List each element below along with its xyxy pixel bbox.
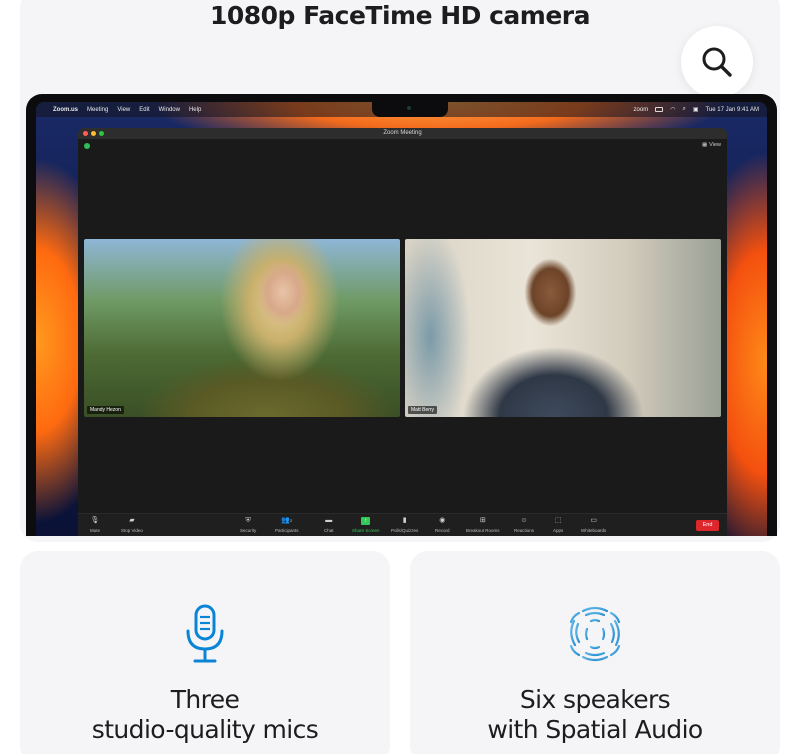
menubar-status: zoom ◠ ⌕ ▣ Tue 17 Jan 9:41 AM <box>634 106 759 113</box>
control-center-icon[interactable]: ▣ <box>693 106 699 113</box>
bar-chart-icon: ▮ <box>402 517 407 524</box>
whiteboards-button[interactable]: ▭ Whiteboards <box>581 517 606 533</box>
record-label: Record <box>435 528 450 533</box>
clock[interactable]: Tue 17 Jan 9:41 AM <box>706 107 759 113</box>
close-icon[interactable] <box>83 131 88 136</box>
participant-name: Mandy Hezon <box>87 406 124 414</box>
minimize-icon[interactable] <box>91 131 96 136</box>
participant-count: 2 <box>289 518 293 523</box>
end-meeting-button[interactable]: End <box>696 520 719 531</box>
camera-notch <box>372 102 448 117</box>
people-icon: 👥 2 <box>281 517 293 524</box>
zoom-titlebar: Zoom Meeting <box>78 128 727 139</box>
apps-label: Apps <box>553 528 564 533</box>
status-zoom[interactable]: zoom <box>634 107 649 113</box>
video-camera-icon: ▰ <box>129 517 135 524</box>
security-button[interactable]: ⛨ Security <box>240 517 256 533</box>
security-label: Security <box>240 528 257 533</box>
video-tile-1[interactable]: Mandy Hezon <box>84 239 400 417</box>
feature-line1: Three <box>170 685 240 714</box>
participants-button[interactable]: 👥 2 Participants <box>275 517 299 533</box>
grid-icon: ⊞ <box>479 517 486 524</box>
window-title: Zoom Meeting <box>383 130 422 136</box>
whiteboard-icon: ▭ <box>590 517 597 524</box>
menu-help[interactable]: Help <box>189 107 201 113</box>
breakout-rooms-button[interactable]: ⊞ Breakout Rooms <box>466 517 500 533</box>
shield-icon: ⛨ <box>245 517 251 524</box>
feature-line2: with Spatial Audio <box>487 715 703 744</box>
participant-name: Matt Berry <box>408 406 438 414</box>
zoom-toolbar: 🎙 Mute ▰ Stop Video ⛨ Security 👥 2 Partic… <box>78 513 727 536</box>
feature-card-mics: Three studio-quality mics <box>20 551 390 754</box>
feature-card-speakers: Six speakers with Spatial Audio <box>410 551 780 754</box>
grid-icon: ▦ <box>701 142 708 148</box>
page-title: 1080p FaceTime HD camera <box>209 1 591 30</box>
video-tile-2[interactable]: Matt Berry <box>405 239 721 417</box>
window-controls <box>83 131 104 136</box>
magnifier-icon <box>702 47 732 77</box>
wifi-icon[interactable]: ◠ <box>670 106 675 113</box>
camera-icon <box>407 106 411 110</box>
menu-app[interactable]: Zoom.us <box>53 107 78 113</box>
stop-video-button[interactable]: ▰ Stop Video <box>121 517 143 533</box>
feature-line1: Six speakers <box>519 685 671 714</box>
whiteboards-label: Whiteboards <box>581 528 607 533</box>
microphone-icon: 🎙 <box>90 517 100 524</box>
encryption-shield-icon[interactable] <box>84 143 90 149</box>
zoom-window: Zoom Meeting ▦ View Mandy Hezon Matt Ber… <box>78 128 727 536</box>
participants-label: Participants <box>275 528 299 533</box>
mute-button[interactable]: 🎙 Mute <box>90 517 100 533</box>
reactions-button[interactable]: ☺ Reactions <box>514 517 534 533</box>
record-icon: ◉ <box>439 517 446 524</box>
record-button[interactable]: ◉ Record <box>435 517 450 533</box>
macbook-frame: Zoom.us Meeting View Edit Window Help zo… <box>26 94 777 536</box>
feature-caption: Three studio-quality mics <box>20 685 390 745</box>
chat-button[interactable]: ▬ Chat <box>324 517 334 533</box>
share-screen-button[interactable]: ↑ Share Screen <box>352 517 380 533</box>
share-screen-label: Share Screen <box>352 528 380 533</box>
menu-window[interactable]: Window <box>159 107 180 113</box>
chat-label: Chat <box>324 528 334 533</box>
spatial-audio-icon <box>569 606 621 662</box>
breakout-label: Breakout Rooms <box>466 528 500 533</box>
view-button[interactable]: ▦ View <box>702 142 721 148</box>
smiley-icon: ☺ <box>520 517 528 524</box>
microphone-icon <box>186 604 224 663</box>
stop-video-label: Stop Video <box>121 528 143 533</box>
search-icon[interactable]: ⌕ <box>682 106 685 113</box>
maximize-icon[interactable] <box>99 131 104 136</box>
screen: Zoom.us Meeting View Edit Window Help zo… <box>36 102 767 536</box>
polls-button[interactable]: ▮ Polls/Quizzes <box>391 517 418 533</box>
polls-label: Polls/Quizzes <box>391 528 419 533</box>
view-label: View <box>709 142 721 148</box>
zoom-magnify-button[interactable] <box>681 26 753 98</box>
menu-meeting[interactable]: Meeting <box>87 107 108 113</box>
feature-caption: Six speakers with Spatial Audio <box>410 685 780 745</box>
menu-view[interactable]: View <box>117 107 130 113</box>
menu-edit[interactable]: Edit <box>139 107 149 113</box>
mute-label: Mute <box>90 528 101 533</box>
chat-bubble-icon: ▬ <box>325 517 333 524</box>
feature-line2: studio-quality mics <box>91 715 319 744</box>
reactions-label: Reactions <box>514 528 535 533</box>
apps-icon: ⬚ <box>554 517 562 524</box>
battery-icon[interactable] <box>655 107 664 112</box>
apps-button[interactable]: ⬚ Apps <box>553 517 563 533</box>
share-arrow-icon: ↑ <box>361 517 371 525</box>
